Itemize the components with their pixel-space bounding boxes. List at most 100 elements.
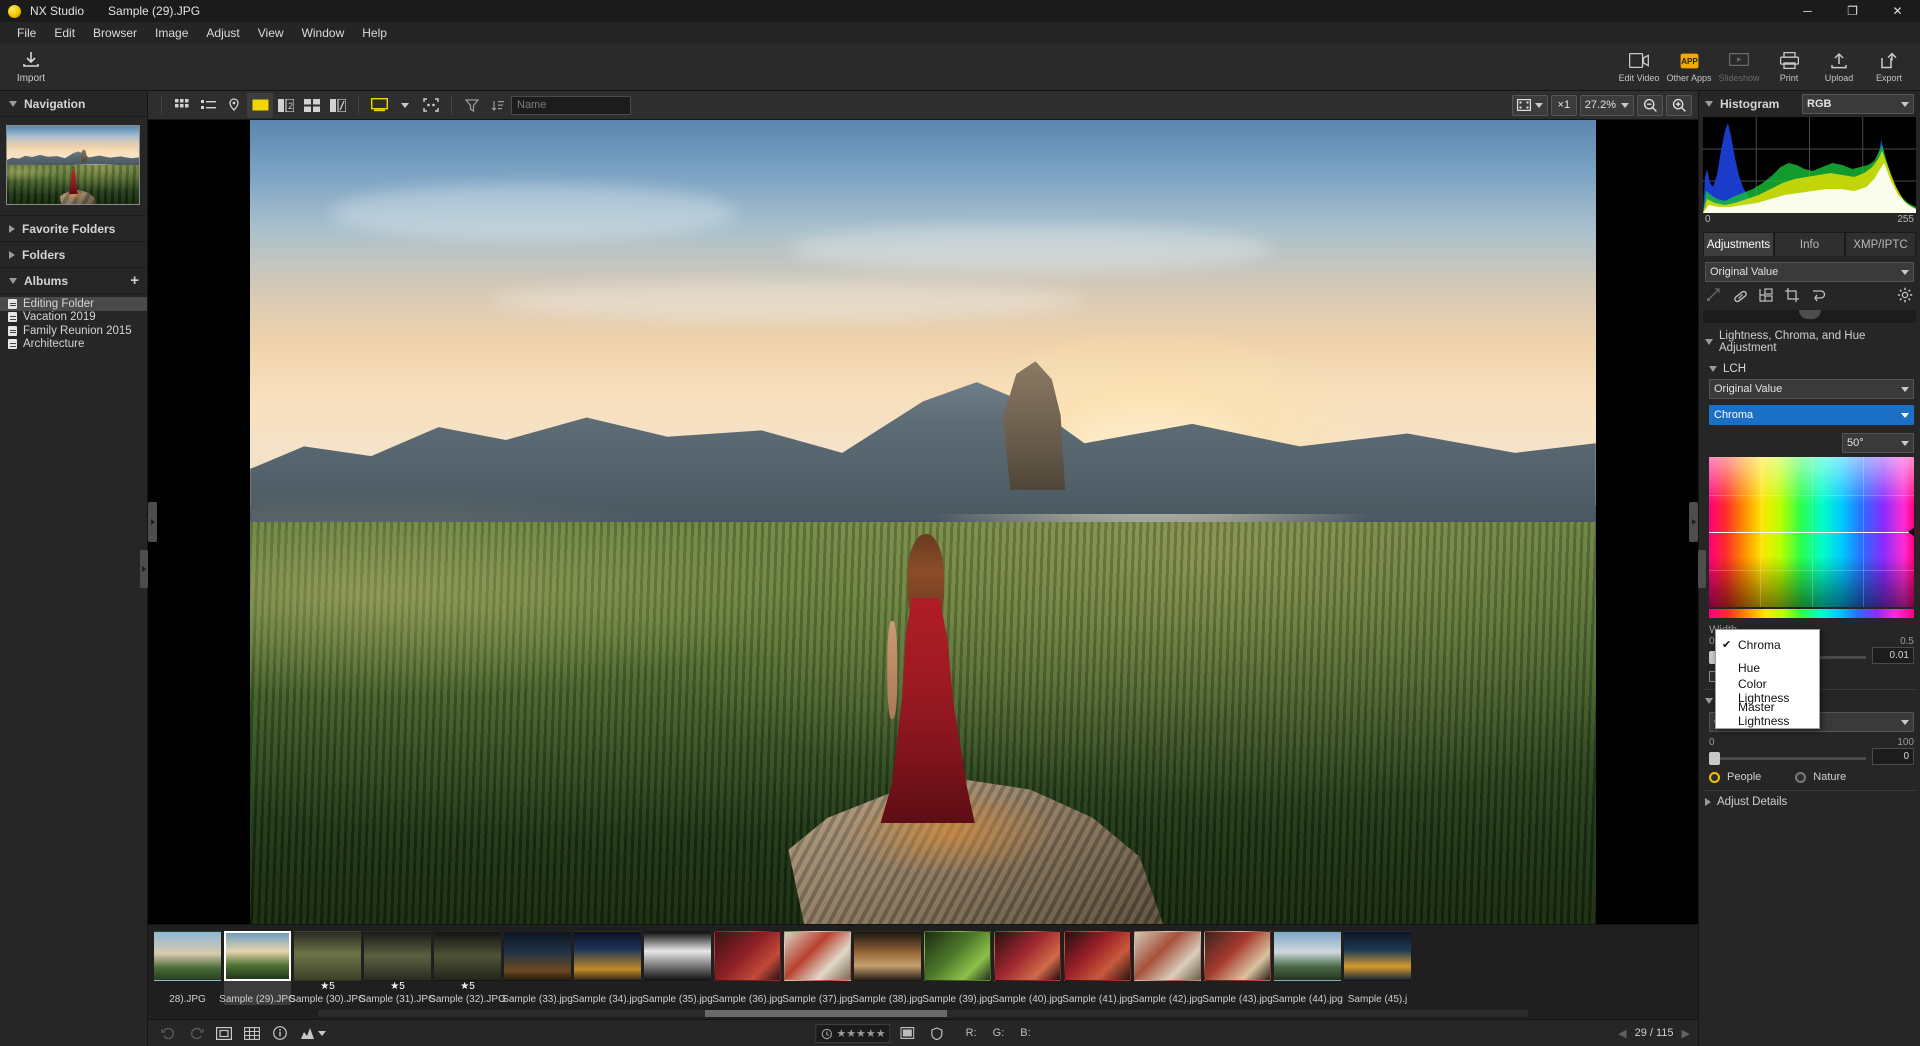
lch-hue-chroma-grid[interactable] [1709,457,1914,607]
filmstrip-item[interactable]: Sample (34).jpg [574,931,641,1005]
chevron-down-icon[interactable] [1705,101,1713,107]
filmstrip-item[interactable]: ★5Sample (30).JPG [294,931,361,1005]
list-view-button[interactable] [195,93,221,118]
straighten-icon[interactable] [1705,286,1723,304]
menu-item-view[interactable]: View [249,23,293,43]
viewer-left-handle[interactable] [148,502,157,542]
maximize-button[interactable]: ❐ [1830,0,1875,22]
minimize-button[interactable]: ─ [1785,0,1830,22]
album-item-vacation-2019[interactable]: Vacation 2019 [0,311,147,325]
filmstrip-thumbnail[interactable] [294,931,361,981]
zoom-in-button[interactable] [1666,95,1692,116]
filmstrip-thumbnail[interactable] [434,931,501,981]
retouch-icon[interactable] [1731,286,1749,304]
toolbar-other-apps-button[interactable]: APPOther Apps [1664,44,1714,91]
tab-info[interactable]: Info [1774,232,1845,256]
import-button[interactable]: Import [0,44,62,91]
filmstrip-item[interactable]: Sample (33).jpg [504,931,571,1005]
label-color-icon[interactable] [896,1023,920,1044]
menu-item-edit[interactable]: Edit [45,23,84,43]
filmstrip-item[interactable]: ★5Sample (31).JPG [364,931,431,1005]
filmstrip-thumbnail[interactable] [574,931,641,981]
display-mode-chevron[interactable] [392,93,418,118]
filmstrip-item[interactable]: Sample (36).jpg [714,931,781,1005]
section-favorite-folders[interactable]: Favorite Folders [0,216,147,242]
rating-stars[interactable]: ★★★★★ [836,1027,885,1040]
album-item-architecture[interactable]: Architecture [0,338,147,352]
add-album-button[interactable]: + [130,273,139,288]
lch-angle-combo[interactable]: 50° [1842,433,1914,453]
image-viewer[interactable] [148,120,1698,924]
fit-to-window-button[interactable] [1512,95,1548,116]
filmstrip-thumbnail[interactable] [224,931,291,981]
fullscreen-toggle-button[interactable] [418,93,444,118]
section-folders[interactable]: Folders [0,242,147,268]
display-mode-button[interactable] [366,93,392,118]
filmstrip-thumbnail[interactable] [644,931,711,981]
crop-icon[interactable] [1783,286,1801,304]
filmstrip-thumbnail[interactable] [784,931,851,981]
undo-icon[interactable] [1809,286,1827,304]
filmstrip-thumbnail[interactable] [924,931,991,981]
filmstrip-thumbnail[interactable] [1274,931,1341,981]
filmstrip-item[interactable]: Sample (39).jpg [924,931,991,1005]
filmstrip-item[interactable]: Sample (35).jpg [644,931,711,1005]
filmstrip-thumbnail[interactable] [154,931,221,981]
toolbar-edit-video-button[interactable]: Edit Video [1614,44,1664,91]
perspective-icon[interactable] [1757,286,1775,304]
actual-size-button[interactable]: ×1 [1551,95,1577,116]
zoom-out-button[interactable] [1637,95,1663,116]
group-adjust-details[interactable]: Adjust Details [1699,791,1920,813]
filmstrip-item[interactable]: Sample (40).jpg [994,931,1061,1005]
filmstrip-item[interactable]: Sample (37).jpg [784,931,851,1005]
radio-nature-icon[interactable] [1795,772,1806,783]
histogram-toggle-icon[interactable] [296,1023,330,1044]
section-albums[interactable]: Albums + [0,268,147,294]
filmstrip-thumbnail[interactable] [994,931,1061,981]
gear-icon[interactable] [1896,286,1914,304]
color-booster-option-nature[interactable]: Nature [1795,771,1846,783]
menu-item-window[interactable]: Window [293,23,354,43]
filmstrip-item[interactable]: Sample (44).jpg [1274,931,1341,1005]
right-panel-collapse-handle[interactable] [1698,550,1706,588]
lch-curve-handle[interactable] [1908,527,1914,537]
group-lightness-chroma-hue[interactable]: Lightness, Chroma, and Hue Adjustment [1699,325,1920,359]
zoom-level-combo[interactable]: 27.2% [1580,95,1634,116]
filmstrip-item[interactable]: 28).JPG [154,931,221,1005]
search-input[interactable]: Name [511,96,631,115]
menu-item-help[interactable]: Help [353,23,396,43]
rotate-left-icon[interactable] [156,1023,180,1044]
tab-xmp-iptc[interactable]: XMP/IPTC [1845,232,1916,256]
panel-resize-handle[interactable] [1703,310,1916,323]
color-booster-slider-knob[interactable] [1709,752,1720,765]
section-navigation[interactable]: Navigation [0,91,147,117]
filmstrip-thumbnail[interactable] [714,931,781,981]
filmstrip[interactable]: 28).JPGSample (29).JPG★5Sample (30).JPG★… [148,924,1698,1019]
viewer-right-handle[interactable] [1689,502,1698,542]
dropdown-item-master-lightness[interactable]: Master Lightness [1716,702,1819,725]
two-image-compare-view-button[interactable]: 2 [273,93,299,118]
lch-header[interactable]: LCH [1709,359,1914,379]
filmstrip-item[interactable]: Sample (42).jpg [1134,931,1201,1005]
lch-preset-combo[interactable]: Original Value [1709,379,1914,399]
toolbar-upload-button[interactable]: Upload [1814,44,1864,91]
filmstrip-thumbnail[interactable] [364,931,431,981]
filmstrip-item[interactable]: Sample (41).jpg [1064,931,1131,1005]
filmstrip-thumbnail[interactable] [1204,931,1271,981]
color-booster-slider-track[interactable] [1709,757,1866,760]
width-value-input[interactable]: 0.01 [1872,647,1914,664]
rotate-right-icon[interactable] [184,1023,208,1044]
before-after-view-button[interactable] [325,93,351,118]
filmstrip-item[interactable]: ★5Sample (32).JPG [434,931,501,1005]
toolbar-print-button[interactable]: Print [1764,44,1814,91]
filter-button[interactable] [459,93,485,118]
album-item-editing-folder[interactable]: Editing Folder [0,297,147,311]
filmstrip-thumbnail[interactable] [1134,931,1201,981]
sort-order-button[interactable] [485,93,511,118]
protect-icon[interactable] [925,1023,949,1044]
tab-adjustments[interactable]: Adjustments [1703,232,1774,256]
album-item-family-reunion-2015[interactable]: Family Reunion 2015 [0,324,147,338]
lch-channel-combo[interactable]: Chroma [1709,405,1914,425]
filmstrip-item[interactable]: Sample (45).j [1344,931,1411,1005]
filmstrip-thumbnail[interactable] [1344,931,1411,981]
